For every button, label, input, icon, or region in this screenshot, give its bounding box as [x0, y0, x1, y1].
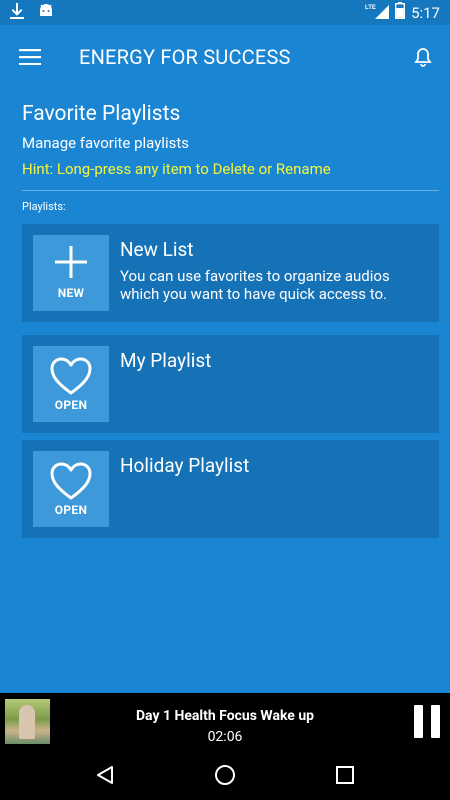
svg-text:LTE: LTE — [365, 5, 376, 11]
android-icon — [38, 3, 54, 23]
card-title: Holiday Playlist — [120, 454, 250, 477]
new-list-card[interactable]: NEW New List You can use favorites to or… — [22, 224, 439, 322]
status-bar: LTE 5:17 — [0, 0, 450, 25]
card-icon-label: NEW — [57, 286, 85, 300]
card-title: My Playlist — [120, 349, 212, 372]
hamburger-menu-icon[interactable] — [0, 25, 60, 89]
heart-icon — [50, 462, 92, 500]
card-icon-label: OPEN — [54, 398, 88, 412]
page-subtitle: Manage favorite playlists — [22, 134, 189, 152]
download-icon — [10, 2, 24, 23]
card-description: You can use favorites to organize audios… — [120, 267, 390, 303]
playlist-card-holiday-playlist[interactable]: OPEN Holiday Playlist — [22, 440, 439, 538]
now-playing-bar[interactable]: Day 1 Health Focus Wake up 02:06 — [0, 693, 450, 750]
card-icon-label: OPEN — [54, 503, 88, 517]
battery-icon — [395, 2, 406, 23]
page-header: Favorite Playlists Manage favorite playl… — [22, 100, 439, 191]
pause-bar — [431, 705, 440, 738]
track-title: Day 1 Health Focus Wake up — [135, 708, 315, 724]
clock: 5:17 — [411, 3, 440, 22]
heart-icon — [50, 357, 92, 395]
app-toolbar: ENERGY FOR SUCCESS — [0, 25, 450, 89]
home-icon[interactable] — [205, 755, 245, 795]
system-nav-bar — [0, 750, 450, 800]
pause-bar — [414, 705, 423, 738]
app-title: ENERGY FOR SUCCESS — [79, 45, 291, 69]
playlist-card-my-playlist[interactable]: OPEN My Playlist — [22, 335, 439, 433]
plus-icon — [55, 246, 87, 278]
divider — [22, 190, 439, 191]
pause-icon[interactable] — [414, 705, 440, 738]
open-playlist-button[interactable]: OPEN — [33, 346, 109, 422]
open-playlist-button[interactable]: OPEN — [33, 451, 109, 527]
track-time: 02:06 — [207, 729, 243, 745]
hint-text: Hint: Long-press any item to Delete or R… — [22, 160, 331, 178]
bell-icon[interactable] — [396, 25, 450, 89]
playlists-label: Playlists: — [22, 200, 66, 213]
card-title: New List — [120, 238, 194, 261]
new-list-button[interactable]: NEW — [33, 235, 109, 311]
back-icon[interactable] — [85, 755, 125, 795]
signal-icon: LTE — [365, 3, 390, 23]
recents-icon[interactable] — [325, 755, 365, 795]
page-title: Favorite Playlists — [22, 102, 181, 126]
